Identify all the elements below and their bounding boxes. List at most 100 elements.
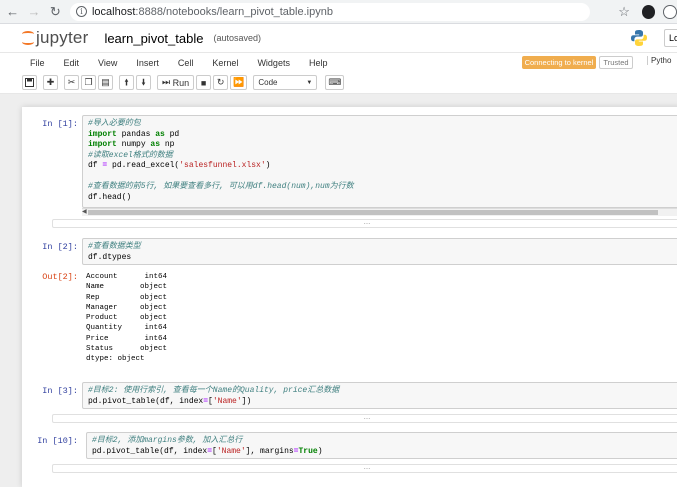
code-token: 'salesfunnel.xlsx' [179,161,266,170]
arrow-up-icon: 🠙 [124,76,129,87]
stop-icon: ■ [200,77,207,88]
fast-forward-icon: ⏩ [233,77,245,87]
input-prompt: In [1]: [42,119,78,129]
scrollbar-thumb[interactable] [88,210,658,215]
copy-icon: ❐ [84,77,93,87]
menu-file[interactable]: File [30,58,45,68]
code-token: pd.pivot_table(df, index [88,396,204,406]
notebook-toolbar: ✚ ✂ ❐ ▤ 🠙 🠛 ⏭ Run ■ ↻ ⏩ Code ▼ ⌨ [0,72,677,94]
output-collapser[interactable]: ... [52,218,677,228]
code-line: df.head() [88,192,132,202]
trusted-indicator[interactable]: Trusted [599,56,633,69]
output-line: Manager object [86,303,168,312]
arrow-down-icon: 🠛 [141,76,146,87]
notebook-name[interactable]: learn_pivot_table [104,31,203,46]
kernel-name: Pytho [647,56,671,65]
command-palette-button[interactable]: ⌨ [325,75,345,90]
move-up-button[interactable]: 🠙 [119,75,134,90]
cell-type-value: Code [258,78,278,87]
chevron-down-icon: ▼ [306,79,313,86]
code-line: #目标2, 添加margins参数, 加入汇总行 [92,436,243,445]
kernel-status-badge[interactable]: Connecting to kernel [522,56,596,69]
scroll-left-icon[interactable]: ◀ [82,208,87,215]
horizontal-scrollbar[interactable]: ◀ [82,208,677,216]
interrupt-button[interactable]: ■ [196,75,212,90]
restart-run-all-button[interactable]: ⏩ [230,75,248,90]
keyboard-icon: ⌨ [328,77,342,87]
menu-cell[interactable]: Cell [178,58,194,68]
code-line: import pandas as pd [88,130,676,141]
menu-insert[interactable]: Insert [136,58,159,68]
output-line: Price int64 [86,334,168,343]
restart-button[interactable]: ↻ [213,75,229,90]
save-status: (autosaved) [213,33,261,43]
code-line: #查看数据的前5行, 如果要查看多行, 可以用df.head(num),num为… [88,182,354,191]
code-token: df [88,161,103,170]
notebook-header: jupyter learn_pivot_table (autosaved) Lo [0,24,677,52]
output-prompt: Out[2]: [42,272,78,282]
scissors-icon: ✂ [67,77,76,87]
input-prompt: In [10]: [37,436,78,446]
output-line: dtype: object [86,355,145,364]
output-line: Product object [86,314,168,323]
notebook-page: In [1]: #导入必要的包 import pandas as pd import… [22,107,677,487]
jupyter-logo-icon [22,30,34,46]
output-collapser[interactable]: ... [52,413,677,423]
code-token: ], margins [245,446,294,456]
code-line: #查看数据类型 [88,242,141,251]
jupyter-logo[interactable]: jupyter [22,28,88,48]
insert-cell-button[interactable]: ✚ [43,75,58,90]
info-icon[interactable]: i [75,6,87,17]
code-token: as [150,140,161,149]
output-line: Status object [86,345,168,354]
code-input[interactable]: #导入必要的包 import pandas as pd import numpy a… [82,115,677,208]
menu-edit[interactable]: Edit [64,58,80,68]
code-line: df.dtypes [88,252,132,262]
output-collapser[interactable]: ... [52,463,677,473]
login-button[interactable]: Lo [664,29,677,47]
code-input[interactable]: #目标2, 添加margins参数, 加入汇总行 pd.pivot_table(d… [86,432,677,459]
move-down-button[interactable]: 🠛 [136,75,151,90]
code-token: ) [317,446,323,456]
address-bar[interactable]: i localhost:8888/notebooks/learn_pivot_t… [69,2,591,21]
paste-icon: ▤ [101,77,110,87]
code-token: import [88,129,117,139]
menu-bar: File Edit View Insert Cell Kernel Widget… [0,52,677,72]
cell-type-select[interactable]: Code ▼ [253,75,318,90]
code-token: pd.read_excel( [107,161,180,170]
menu-help[interactable]: Help [309,58,328,68]
output-line: Rep object [86,293,168,302]
run-button[interactable]: ⏭ Run [157,75,195,90]
save-button[interactable] [22,75,37,90]
input-prompt: In [3]: [42,386,78,396]
code-line: df = pd.read_excel('salesfunnel.xlsx') [88,161,676,172]
python-logo-icon [631,30,647,46]
profile-icon[interactable] [663,4,677,19]
code-line: #导入必要的包 [88,119,141,128]
code-line: #读取excel格式的数据 [88,150,173,160]
paste-button[interactable]: ▤ [98,75,113,90]
code-input[interactable]: #查看数据类型 df.dtypes [82,238,677,265]
extension-icon[interactable] [641,4,656,19]
menu-kernel[interactable]: Kernel [212,58,238,68]
cut-button[interactable]: ✂ [64,75,79,90]
code-line: import numpy as np [88,140,676,151]
back-arrow-icon[interactable]: ← [4,3,21,21]
output-line: Quantity int64 [86,324,168,333]
reload-icon[interactable]: ↻ [47,3,64,21]
menu-widgets[interactable]: Widgets [257,58,290,68]
code-input[interactable]: #目标2: 使用行索引, 查看每一个Name的Quality, price汇总数… [82,382,677,409]
code-token: np [160,140,175,149]
code-token: numpy [116,140,151,149]
code-token: pd.pivot_table(df, index [92,446,208,456]
forward-arrow-icon[interactable]: → [25,3,42,21]
bookmark-star-icon[interactable]: ☆ [618,4,630,20]
menu-view[interactable]: View [98,58,117,68]
code-token: as [155,129,165,139]
code-token: ) [265,161,271,170]
copy-button[interactable]: ❐ [81,75,96,90]
restart-icon: ↻ [216,77,225,87]
browser-toolbar: ← → ↻ i localhost:8888/notebooks/learn_p… [0,0,677,24]
url-host: localhost [91,5,136,18]
